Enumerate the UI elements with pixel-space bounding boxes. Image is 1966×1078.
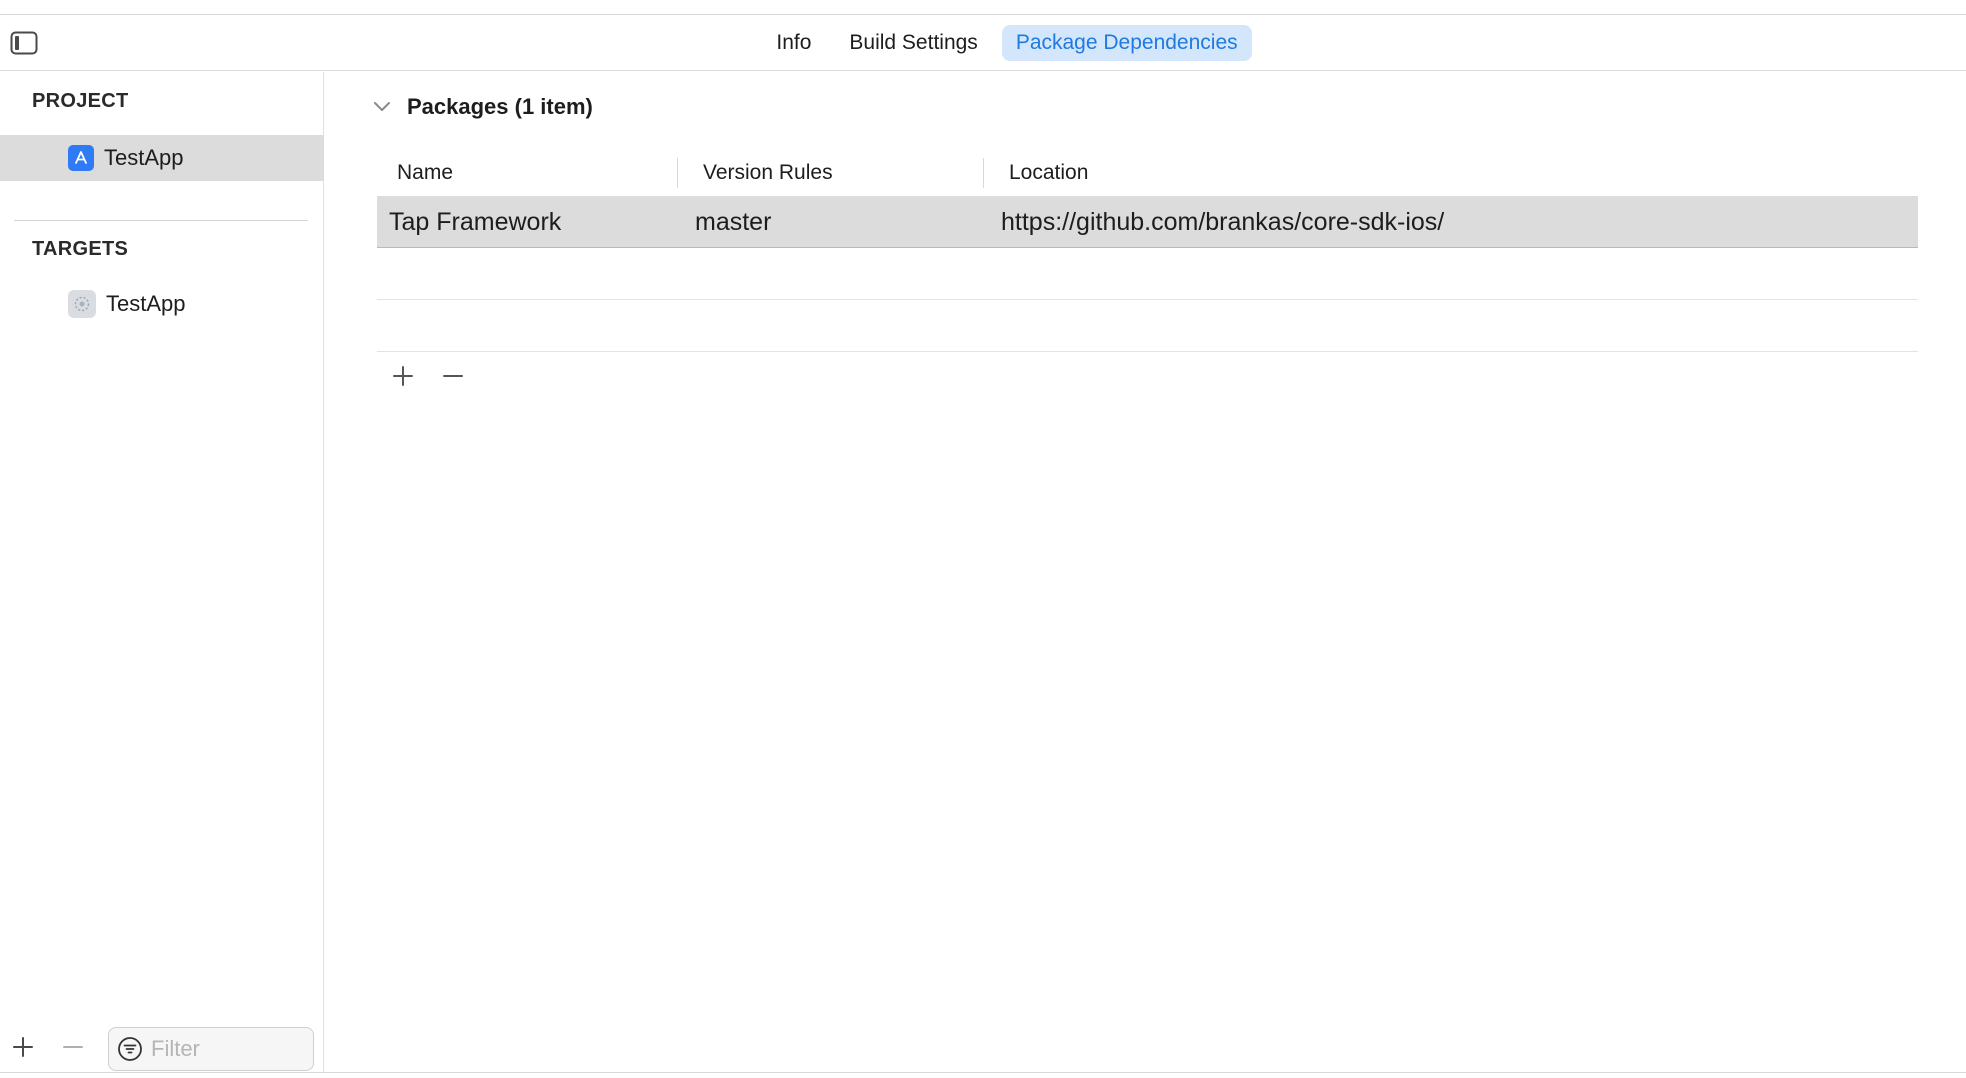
editor-tab-bar: Info Build Settings Package Dependencies [0,15,1966,71]
sidebar-item-target-testapp[interactable]: TestApp [0,281,324,327]
packages-table: Name Version Rules Location Tap Framewor… [377,150,1918,402]
sidebar-footer [0,1024,324,1074]
column-header-name[interactable]: Name [397,150,453,196]
app-store-icon [68,145,94,171]
table-actions [377,352,1918,402]
empty-table-row [377,300,1918,352]
tab-build-settings[interactable]: Build Settings [835,25,991,61]
column-divider[interactable] [983,158,984,188]
package-name-cell: Tap Framework [389,207,562,236]
target-app-icon [68,290,96,318]
package-dependencies-pane: Packages (1 item) Name Version Rules Loc… [325,72,1966,1072]
remove-package-button[interactable] [437,360,469,392]
project-navigator-sidebar: PROJECT TestApp TARGETS TestApp [0,72,324,1072]
sidebar-item-label: TestApp [106,291,186,316]
column-header-location[interactable]: Location [1009,150,1088,196]
add-package-button[interactable] [387,360,419,392]
column-header-version-rules[interactable]: Version Rules [703,150,833,196]
add-target-button[interactable] [8,1032,38,1062]
sidebar-divider [14,220,308,221]
table-header: Name Version Rules Location [377,150,1918,196]
chevron-down-icon [374,102,390,111]
sidebar-toggle-icon[interactable] [10,31,38,55]
tab-group: Info Build Settings Package Dependencies [0,15,1966,71]
filter-icon [118,1037,142,1061]
filter-input[interactable] [151,1036,311,1062]
tab-info[interactable]: Info [762,25,825,61]
filter-field[interactable] [108,1027,314,1071]
sidebar-item-project-testapp[interactable]: TestApp [0,135,324,181]
table-row[interactable]: Tap Framework master https://github.com/… [377,196,1918,248]
column-divider[interactable] [677,158,678,188]
packages-section-header[interactable]: Packages (1 item) [373,94,593,120]
tab-package-dependencies[interactable]: Package Dependencies [1001,25,1252,61]
packages-section-title: Packages (1 item) [407,94,593,119]
remove-target-button[interactable] [58,1032,88,1062]
window-bottom-divider [0,1072,1966,1073]
plus-icon [13,1037,33,1057]
package-version-cell: master [695,207,772,236]
plus-icon [393,366,413,386]
project-editor-window: Info Build Settings Package Dependencies… [0,0,1966,1078]
minus-icon [443,375,463,377]
sidebar-item-label: TestApp [104,145,184,170]
project-section-heading: PROJECT [32,90,129,112]
package-location-cell: https://github.com/brankas/core-sdk-ios/ [1001,207,1445,236]
targets-section-heading: TARGETS [32,238,129,260]
empty-table-row [377,248,1918,300]
minus-icon [63,1046,83,1048]
